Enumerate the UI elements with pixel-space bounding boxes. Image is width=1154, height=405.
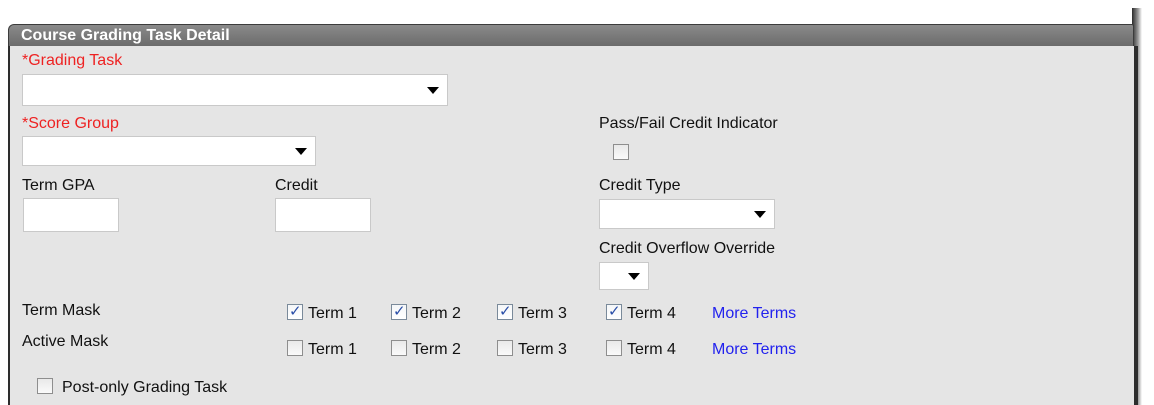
credit-type-select[interactable] xyxy=(599,199,775,229)
term-mask-term4-label: Term 4 xyxy=(627,305,676,322)
term-mask-term4-checkbox[interactable] xyxy=(606,302,622,320)
pass-fail-credit-indicator-checkbox[interactable] xyxy=(613,144,629,160)
chevron-down-icon xyxy=(628,273,640,280)
credit-overflow-override-select[interactable] xyxy=(599,262,649,290)
post-only-grading-task-checkbox[interactable] xyxy=(37,378,53,394)
post-only-grading-task-label: Post-only Grading Task xyxy=(62,379,228,396)
term-mask-term3-label: Term 3 xyxy=(518,305,567,322)
term-mask-term2-label: Term 2 xyxy=(412,305,461,322)
term-gpa-input[interactable] xyxy=(23,198,119,232)
credit-type-label: Credit Type xyxy=(599,177,681,194)
active-mask-term2-checkbox[interactable] xyxy=(391,340,407,356)
grading-task-label: *Grading Task xyxy=(22,52,123,69)
active-mask-term1-checkbox[interactable] xyxy=(287,340,303,356)
term-mask-term2-checkbox[interactable] xyxy=(391,302,407,320)
score-group-select[interactable] xyxy=(22,136,316,166)
active-mask-label: Active Mask xyxy=(22,333,109,350)
term-mask-term1-checkbox[interactable] xyxy=(287,302,303,320)
credit-input[interactable] xyxy=(275,198,371,232)
chevron-down-icon xyxy=(295,148,307,155)
score-group-label: *Score Group xyxy=(22,115,119,132)
active-mask-term3-checkbox[interactable] xyxy=(497,340,513,356)
chevron-down-icon xyxy=(754,211,766,218)
term-mask-label: Term Mask xyxy=(22,302,101,319)
term-mask-term3-checkbox[interactable] xyxy=(497,302,513,320)
credit-label: Credit xyxy=(275,177,318,194)
active-mask-more-terms-link[interactable]: More Terms xyxy=(712,341,796,359)
chevron-down-icon xyxy=(427,87,439,94)
panel-header: Course Grading Task Detail xyxy=(8,24,1134,47)
panel-title: Course Grading Task Detail xyxy=(21,27,230,44)
grading-task-select[interactable] xyxy=(22,74,448,106)
term-mask-more-terms-link[interactable]: More Terms xyxy=(712,305,796,323)
active-mask-term3-label: Term 3 xyxy=(518,341,567,358)
pass-fail-credit-indicator-label: Pass/Fail Credit Indicator xyxy=(599,115,778,132)
active-mask-term4-checkbox[interactable] xyxy=(606,340,622,356)
credit-overflow-override-label: Credit Overflow Override xyxy=(599,240,776,257)
course-grading-task-detail-panel: Course Grading Task Detail *Grading Task… xyxy=(0,0,1142,405)
active-mask-term1-label: Term 1 xyxy=(308,341,357,358)
term-gpa-label: Term GPA xyxy=(22,177,95,194)
term-mask-term1-label: Term 1 xyxy=(308,305,357,322)
active-mask-term2-label: Term 2 xyxy=(412,341,461,358)
active-mask-term4-label: Term 4 xyxy=(627,341,676,358)
